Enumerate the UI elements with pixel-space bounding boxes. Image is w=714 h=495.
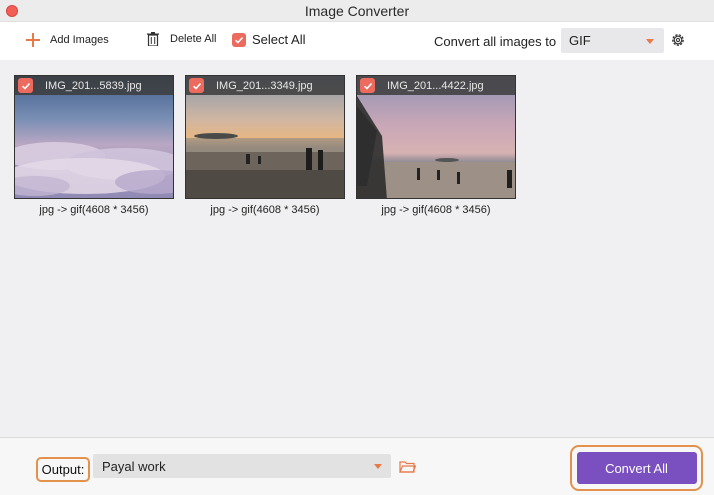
format-value: GIF	[569, 33, 591, 48]
image-filename: IMG_201...4422.jpg	[387, 79, 484, 92]
delete-all-button[interactable]: Delete All	[147, 32, 216, 46]
image-thumbnail[interactable]: IMG_201...4422.jpg	[356, 75, 516, 199]
image-grid: IMG_201...5839.jpg jpg -> gif(4608 * 345…	[0, 60, 714, 437]
convert-all-button[interactable]: Convert All	[576, 452, 697, 484]
trash-icon	[147, 32, 159, 46]
checkbox-checked-icon	[232, 32, 246, 47]
close-window-button[interactable]	[6, 5, 18, 17]
delete-all-label: Delete All	[170, 33, 217, 45]
output-label: Output:	[36, 457, 90, 482]
caret-down-icon	[374, 464, 382, 469]
thumbnail-header: IMG_201...3349.jpg	[186, 76, 344, 95]
image-caption: jpg -> gif(4608 * 3456)	[39, 204, 149, 216]
output-folder-value: Payal work	[102, 458, 166, 474]
image-caption: jpg -> gif(4608 * 3456)	[381, 204, 491, 216]
title-bar: Image Converter	[0, 0, 714, 22]
folder-icon[interactable]	[399, 460, 416, 473]
convert-all-highlight: Convert All	[570, 445, 703, 491]
select-all-checkbox[interactable]: Select All	[232, 32, 305, 47]
image-filename: IMG_201...3349.jpg	[216, 79, 313, 92]
window-title: Image Converter	[304, 2, 410, 19]
add-images-button[interactable]: Add Images	[26, 33, 109, 47]
caret-down-icon	[646, 39, 654, 44]
thumbnail-header: IMG_201...5839.jpg	[15, 76, 173, 95]
toolbar: Add Images Delete All Select All Convert…	[0, 22, 714, 60]
checkbox-checked-icon[interactable]	[360, 78, 375, 93]
format-dropdown[interactable]: GIF	[561, 28, 664, 53]
image-thumbnail[interactable]: IMG_201...5839.jpg	[14, 75, 174, 199]
output-folder-dropdown[interactable]: Payal work	[93, 454, 391, 478]
gear-icon[interactable]	[670, 32, 686, 48]
checkbox-checked-icon[interactable]	[18, 78, 33, 93]
checkbox-checked-icon[interactable]	[189, 78, 204, 93]
select-all-label: Select All	[252, 32, 306, 47]
add-images-label: Add Images	[50, 34, 109, 46]
convert-to-label: Convert all images to	[434, 34, 557, 49]
image-thumbnail[interactable]: IMG_201...3349.jpg	[185, 75, 345, 199]
thumbnail-header: IMG_201...4422.jpg	[357, 76, 515, 95]
footer-bar: Output: Payal work Convert All	[0, 437, 714, 495]
image-filename: IMG_201...5839.jpg	[45, 79, 142, 92]
plus-icon	[26, 33, 40, 47]
image-caption: jpg -> gif(4608 * 3456)	[210, 204, 320, 216]
